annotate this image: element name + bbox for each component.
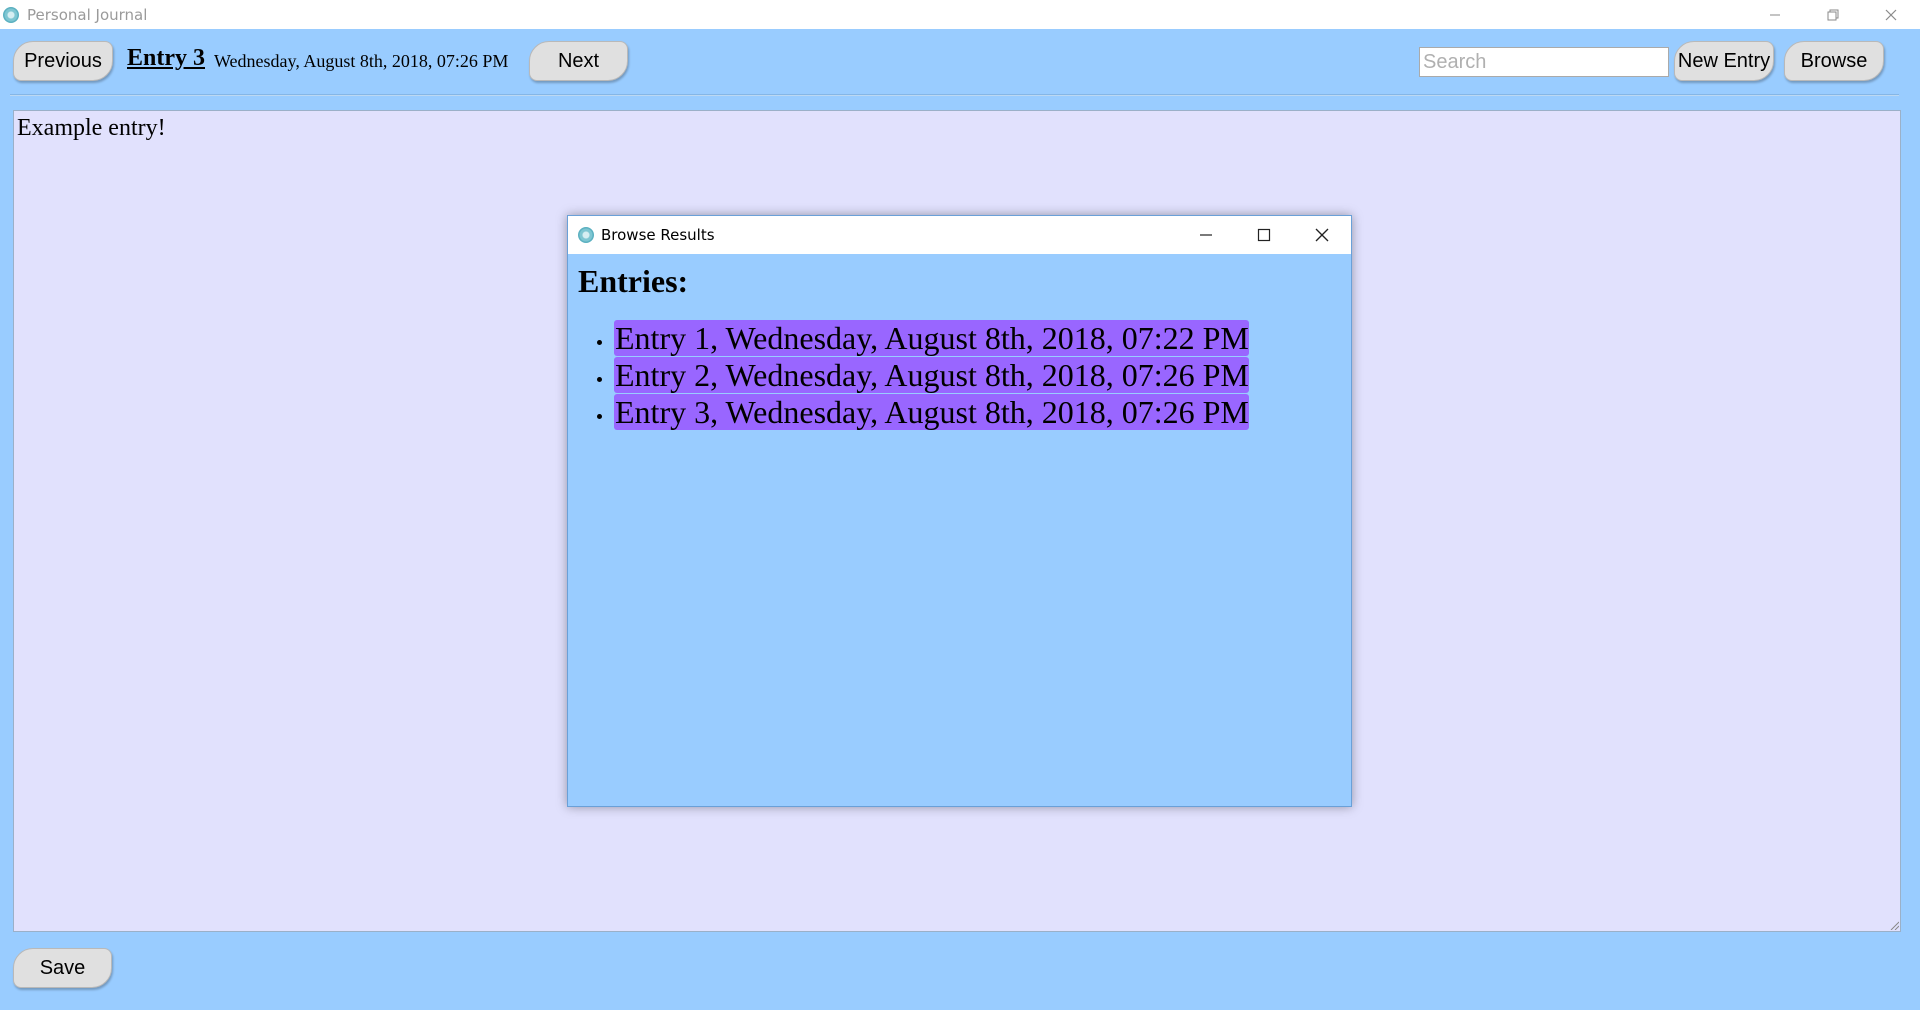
entry-link-2[interactable]: Entry 2, Wednesday, August 8th, 2018, 07… bbox=[614, 356, 1249, 393]
resize-grip-icon[interactable] bbox=[1889, 920, 1899, 930]
entry-link-1[interactable]: Entry 1, Wednesday, August 8th, 2018, 07… bbox=[614, 319, 1249, 356]
dialog-maximize-icon[interactable] bbox=[1235, 216, 1293, 254]
window-controls bbox=[1746, 0, 1920, 29]
list-item: Entry 2, Wednesday, August 8th, 2018, 07… bbox=[597, 356, 1351, 393]
browse-results-dialog: Browse Results Entries: Entry 1, Wednesd… bbox=[567, 215, 1352, 807]
dialog-app-icon bbox=[578, 227, 594, 243]
main-titlebar: Personal Journal bbox=[0, 0, 1920, 29]
bullet-icon bbox=[597, 340, 602, 345]
restore-icon[interactable] bbox=[1804, 0, 1862, 29]
minimize-icon[interactable] bbox=[1746, 0, 1804, 29]
window-title: Personal Journal bbox=[27, 5, 148, 24]
entries-heading: Entries: bbox=[578, 263, 689, 299]
dialog-title: Browse Results bbox=[601, 226, 715, 244]
toolbar-divider bbox=[10, 94, 1899, 96]
search-input[interactable] bbox=[1419, 47, 1669, 77]
dialog-minimize-icon[interactable] bbox=[1177, 216, 1235, 254]
bullet-icon bbox=[597, 377, 602, 382]
entry-title: Entry 3 bbox=[127, 45, 205, 71]
list-item: Entry 1, Wednesday, August 8th, 2018, 07… bbox=[597, 319, 1351, 356]
entry-link-3[interactable]: Entry 3, Wednesday, August 8th, 2018, 07… bbox=[614, 393, 1249, 430]
browse-button[interactable]: Browse bbox=[1784, 41, 1884, 81]
next-button[interactable]: Next bbox=[529, 41, 628, 81]
entries-list: Entry 1, Wednesday, August 8th, 2018, 07… bbox=[597, 319, 1351, 430]
save-button[interactable]: Save bbox=[13, 948, 112, 988]
bullet-icon bbox=[597, 414, 602, 419]
app-icon bbox=[3, 6, 19, 23]
previous-button[interactable]: Previous bbox=[13, 41, 113, 81]
new-entry-button[interactable]: New Entry bbox=[1674, 41, 1774, 81]
dialog-controls bbox=[1177, 216, 1351, 254]
dialog-close-icon[interactable] bbox=[1293, 216, 1351, 254]
entry-content: Example entry! bbox=[17, 115, 166, 141]
list-item: Entry 3, Wednesday, August 8th, 2018, 07… bbox=[597, 393, 1351, 430]
close-icon[interactable] bbox=[1862, 0, 1920, 29]
entry-date: Wednesday, August 8th, 2018, 07:26 PM bbox=[214, 51, 509, 71]
dialog-titlebar[interactable]: Browse Results bbox=[568, 216, 1351, 254]
